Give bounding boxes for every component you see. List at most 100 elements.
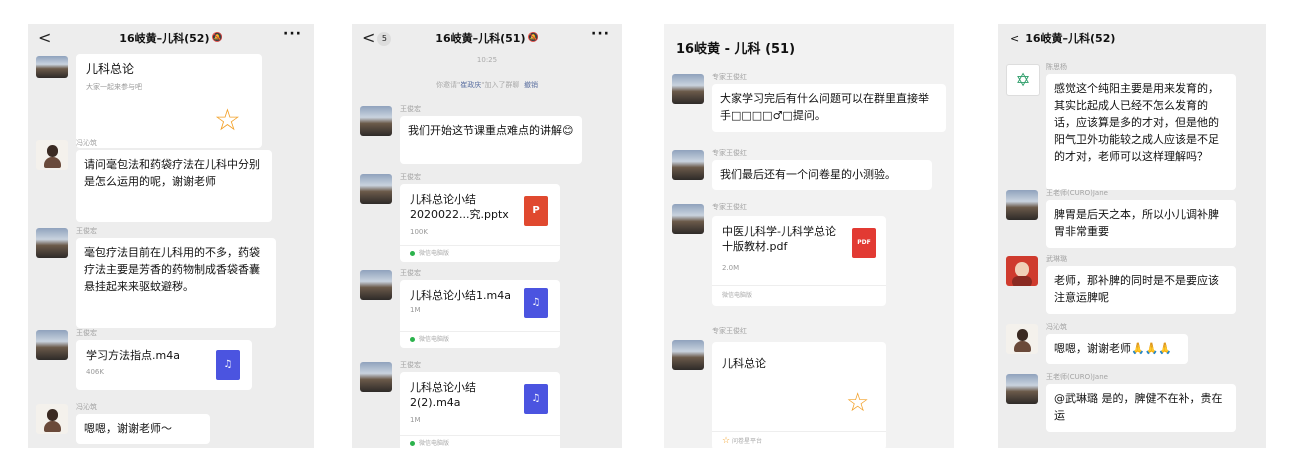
file-source: 微信电脑版	[400, 435, 560, 448]
avatar[interactable]	[36, 330, 68, 360]
file-name: 儿科总论小结2020022...究.pptx	[410, 193, 509, 221]
message-bubble[interactable]: 感觉这个纯阳主要是用来发育的，其实比起成人已经不怎么发育的话，应该算是多的才对，…	[1046, 74, 1236, 190]
sender-name: 王老师(CURO)Jane	[1046, 189, 1108, 197]
back-button[interactable]: <5	[362, 28, 392, 47]
mute-icon: 🔕	[527, 33, 539, 43]
file-card[interactable]: 儿科总论小结2020022...究.pptx 100K P 微信电脑版	[400, 184, 560, 262]
message: 王俊宏 儿科总论小结1.m4a 1M ♫ 微信电脑版	[360, 269, 614, 354]
avatar[interactable]	[672, 74, 704, 104]
avatar[interactable]	[36, 404, 68, 434]
chat-header: < 16岐黄–儿科(52)	[998, 24, 1266, 52]
file-card[interactable]: 中医儿科学-儿科学总论十版教材.pdf 2.0M PDF 微信电脑版	[712, 216, 886, 306]
file-card[interactable]: 儿科总论小结2(2).m4a 1M ♫ 微信电脑版	[400, 372, 560, 448]
message: 专家王俊红 大家学习完后有什么问题可以在群里直接举手□□□□♂□提问。	[672, 73, 946, 148]
avatar[interactable]	[1006, 256, 1038, 286]
source-dot	[410, 337, 415, 342]
file-size: 406K	[86, 368, 104, 376]
more-icon[interactable]: ···	[591, 26, 610, 42]
sender-name: 王俊宏	[400, 105, 421, 113]
sender-name: 冯沁筑	[1046, 323, 1067, 331]
back-icon[interactable]: <	[362, 28, 375, 47]
avatar[interactable]	[672, 150, 704, 180]
chat-title: 16岐黄–儿科(52)	[119, 32, 210, 45]
message-bubble[interactable]: 毫包疗法目前在儿科用的不多，药袋疗法主要是芳香的药物制成香袋香囊悬挂起来来驱蚊避…	[76, 238, 276, 328]
message-bubble[interactable]: 大家学习完后有什么问题可以在群里直接举手□□□□♂□提问。	[712, 84, 946, 132]
message-bubble[interactable]: 嗯嗯，谢谢老师～	[76, 414, 210, 444]
card-source: ☆ 问卷星平台	[712, 431, 886, 448]
chat-window-1: < 16岐黄–儿科(52) 🔕 ··· 儿科总论 大家一起来参与吧 ☆ 冯沁筑 …	[28, 24, 314, 448]
chat-window-2: <5 16岐黄–儿科(51) 🔕 ··· 10:25 你邀请"崔政庆"加入了群聊…	[352, 24, 622, 448]
avatar[interactable]	[360, 362, 392, 392]
avatar[interactable]	[360, 106, 392, 136]
star-icon: ☆	[846, 388, 870, 418]
star-icon: ☆	[214, 103, 241, 138]
message: 王老师(CURO)Jane @武琳璐 是的，脾健不在补，贵在运	[1006, 373, 1258, 442]
audio-file-icon: ♫	[216, 350, 240, 380]
file-source: 微信电脑版	[400, 331, 560, 348]
message: 武琳璐 老师，那补脾的同时是不是要应该注意运脾呢	[1006, 255, 1258, 320]
survey-card[interactable]: 儿科总论 ☆ ☆ 问卷星平台	[712, 342, 886, 448]
avatar[interactable]	[1006, 324, 1038, 354]
avatar[interactable]	[1006, 190, 1038, 220]
message: 王俊宏 学习方法指点.m4a 406K ♫	[36, 329, 306, 396]
file-card[interactable]: 儿科总论小结1.m4a 1M ♫ 微信电脑版	[400, 280, 560, 348]
message: 王俊宏 儿科总论小结2020022...究.pptx 100K P 微信电脑版	[360, 173, 614, 264]
source-label: 问卷星平台	[732, 438, 763, 445]
avatar[interactable]	[672, 340, 704, 370]
message-bubble[interactable]: 我们最后还有一个问卷星的小测验。	[712, 160, 932, 190]
message: 专家王俊红 中医儿科学-儿科学总论十版教材.pdf 2.0M PDF 微信电脑版	[672, 203, 946, 314]
avatar[interactable]: ✡	[1006, 64, 1040, 96]
file-size: 1M	[410, 416, 421, 424]
message-bubble[interactable]: 嗯嗯，谢谢老师🙏🙏🙏	[1046, 334, 1188, 364]
revoke-link[interactable]: 撤销	[524, 81, 538, 89]
chat-window-3: 16岐黄 - 儿科 (51) 专家王俊红 大家学习完后有什么问题可以在群里直接举…	[664, 24, 954, 448]
message-bubble[interactable]: @武琳璐 是的，脾健不在补，贵在运	[1046, 384, 1236, 432]
sender-name: 专家王俊红	[712, 327, 747, 335]
avatar[interactable]	[672, 204, 704, 234]
avatar[interactable]	[36, 228, 68, 258]
sender-name: 陈思杨	[1046, 63, 1067, 71]
message-card: 儿科总论 大家一起来参与吧 ☆	[36, 54, 306, 150]
message: 冯沁筑 嗯嗯，谢谢老师🙏🙏🙏	[1006, 323, 1258, 368]
sender-name: 专家王俊红	[712, 73, 747, 81]
star-icon: ☆	[722, 436, 731, 446]
sender-name: 专家王俊红	[712, 149, 747, 157]
logo-icon: ✡	[1015, 69, 1031, 91]
message-bubble[interactable]: 请问毫包法和药袋疗法在儿科中分别是怎么运用的呢，谢谢老师	[76, 150, 272, 222]
more-icon[interactable]: ···	[283, 26, 302, 42]
sender-name: 王俊宏	[76, 227, 97, 235]
source-dot	[410, 251, 415, 256]
avatar[interactable]	[360, 270, 392, 300]
avatar[interactable]	[36, 56, 68, 78]
chat-window-4: < 16岐黄–儿科(52) ✡ 陈思杨 感觉这个纯阳主要是用来发育的，其实比起成…	[998, 24, 1266, 448]
file-card[interactable]: 学习方法指点.m4a 406K ♫	[76, 340, 252, 390]
file-name: 学习方法指点.m4a	[86, 349, 180, 362]
message-bubble[interactable]: 脾胃是后天之本，所以小儿调补脾胃非常重要	[1046, 200, 1236, 248]
avatar[interactable]	[36, 140, 68, 170]
file-name: 儿科总论小结2(2).m4a	[410, 381, 476, 409]
sender-name: 冯沁筑	[76, 403, 97, 411]
pdf-file-icon: PDF	[852, 228, 876, 258]
message: 冯沁筑 请问毫包法和药袋疗法在儿科中分别是怎么运用的呢，谢谢老师	[36, 139, 306, 224]
back-icon[interactable]: <	[38, 28, 51, 47]
card-title: 儿科总论	[722, 357, 766, 370]
message-bubble[interactable]: 老师，那补脾的同时是不是要应该注意运脾呢	[1046, 266, 1236, 314]
notice-suffix: "加入了群聊	[481, 81, 520, 89]
source-label: 微信电脑版	[419, 250, 450, 257]
ppt-file-icon: P	[524, 196, 548, 226]
source-label: 微信电脑版	[419, 440, 450, 447]
file-name: 儿科总论小结1.m4a	[410, 289, 511, 302]
avatar[interactable]	[1006, 374, 1038, 404]
avatar[interactable]	[360, 174, 392, 204]
timestamp: 10:25	[476, 56, 498, 64]
message-card: 专家王俊红 儿科总论 ☆ ☆ 问卷星平台	[672, 327, 946, 448]
survey-card[interactable]: 儿科总论 大家一起来参与吧 ☆	[76, 54, 262, 148]
message-bubble[interactable]: 我们开始这节课重点难点的讲解😊	[400, 116, 582, 164]
message: 专家王俊红 我们最后还有一个问卷星的小测验。	[672, 149, 946, 200]
unread-badge: 5	[377, 31, 392, 46]
sender-name: 王老师(CURO)Jane	[1046, 373, 1108, 381]
back-icon[interactable]: <	[1010, 32, 1019, 45]
invitee-link[interactable]: 崔政庆	[460, 81, 481, 89]
file-name: 中医儿科学-儿科学总论十版教材.pdf	[722, 225, 836, 253]
message: 王俊宏 毫包疗法目前在儿科用的不多，药袋疗法主要是芳香的药物制成香袋香囊悬挂起来…	[36, 227, 306, 328]
